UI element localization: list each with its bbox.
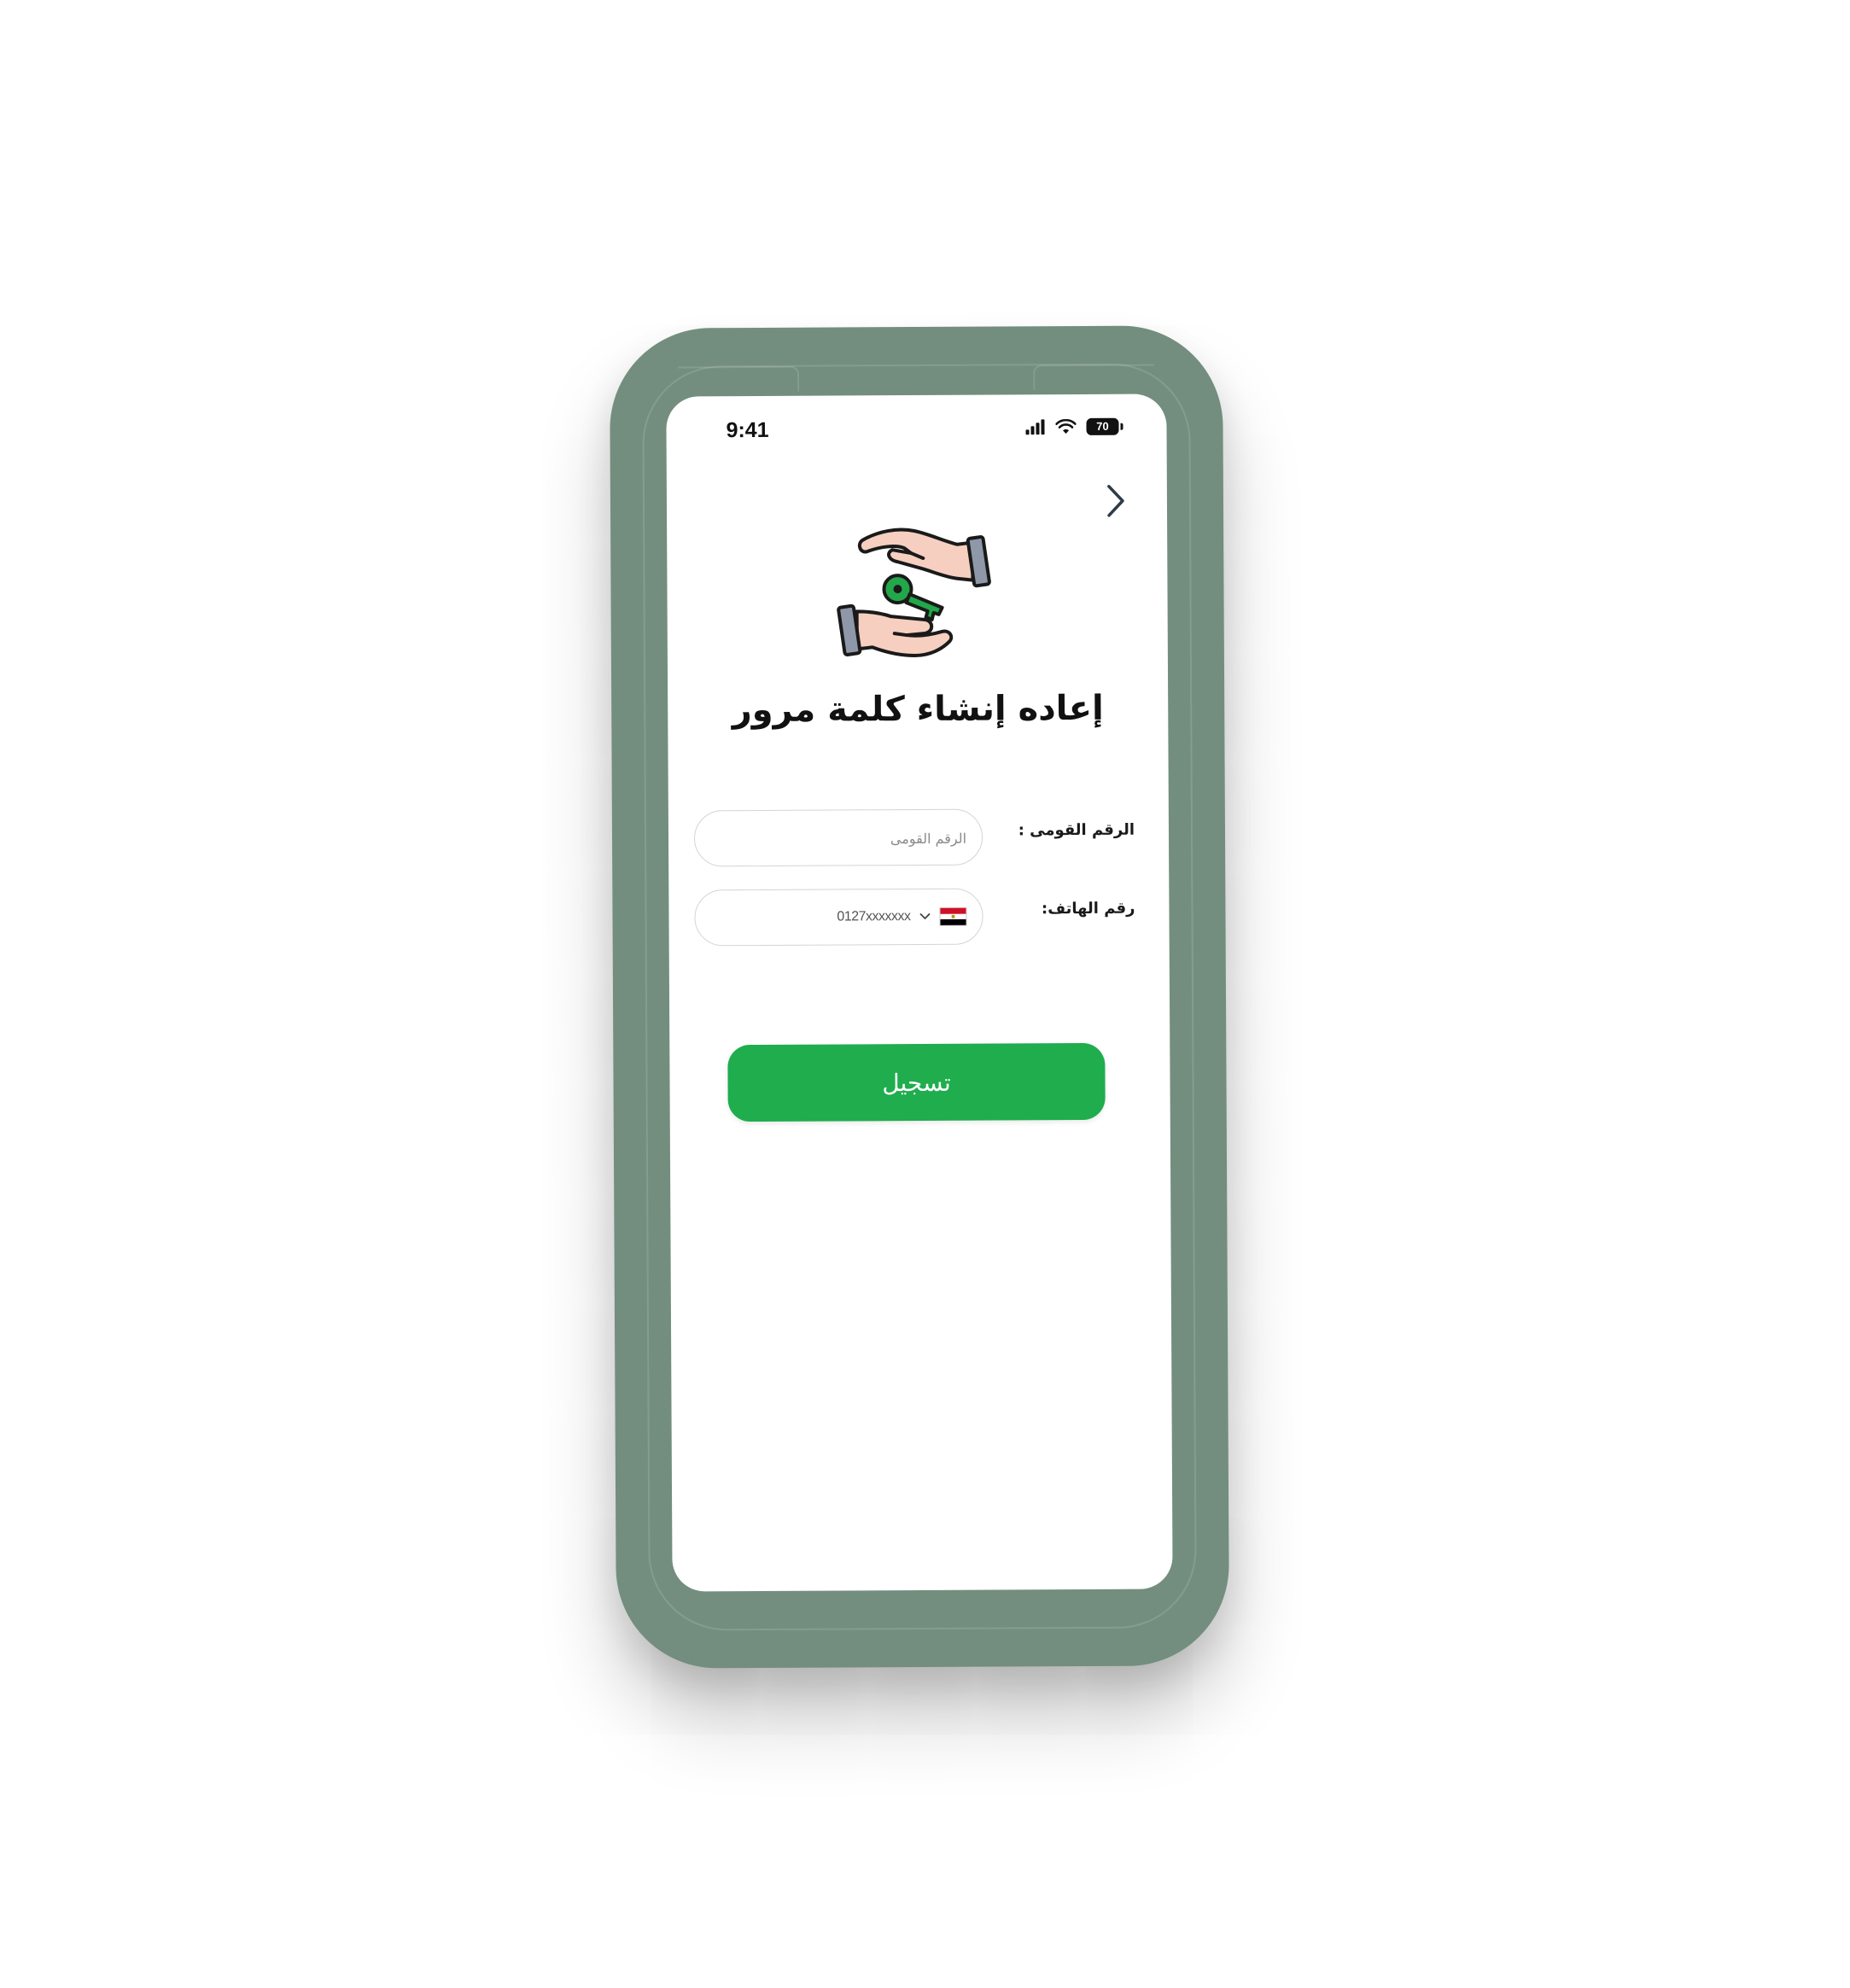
hands-key-icon bbox=[837, 528, 991, 658]
phone-screen: 9:41 70 إعاده إنشاء كلمة مرور الرقم القو… bbox=[666, 394, 1173, 1592]
chevron-down-icon[interactable] bbox=[919, 912, 931, 921]
register-button[interactable]: تسجيل bbox=[727, 1042, 1106, 1122]
phone-input[interactable]: 0127xxxxxxx bbox=[837, 909, 910, 924]
status-time: 9:41 bbox=[726, 417, 769, 443]
phone-case-detail-left bbox=[678, 365, 800, 393]
phone-case-detail-right bbox=[1033, 364, 1155, 391]
egypt-flag-icon[interactable] bbox=[939, 907, 967, 926]
cellular-signal-icon bbox=[1025, 419, 1045, 435]
phone-label: رقم الهاتف: bbox=[1041, 899, 1135, 918]
chevron-right-icon[interactable] bbox=[1099, 480, 1133, 522]
phone-input-row: 0127xxxxxxx bbox=[837, 889, 967, 945]
battery-icon: 70 bbox=[1086, 417, 1119, 435]
national-id-input[interactable] bbox=[711, 809, 969, 868]
phone-case: 9:41 70 إعاده إنشاء كلمة مرور الرقم القو… bbox=[609, 325, 1230, 1669]
status-icons: 70 bbox=[1024, 417, 1119, 436]
national-id-field[interactable] bbox=[693, 808, 983, 868]
national-id-label: الرقم القومى : bbox=[1018, 820, 1135, 840]
wifi-icon bbox=[1055, 419, 1077, 434]
phone-field[interactable]: 0127xxxxxxx bbox=[694, 888, 983, 947]
page-title: إعاده إنشاء كلمة مرور bbox=[732, 688, 1104, 731]
canvas: 9:41 70 إعاده إنشاء كلمة مرور الرقم القو… bbox=[0, 0, 1850, 1988]
